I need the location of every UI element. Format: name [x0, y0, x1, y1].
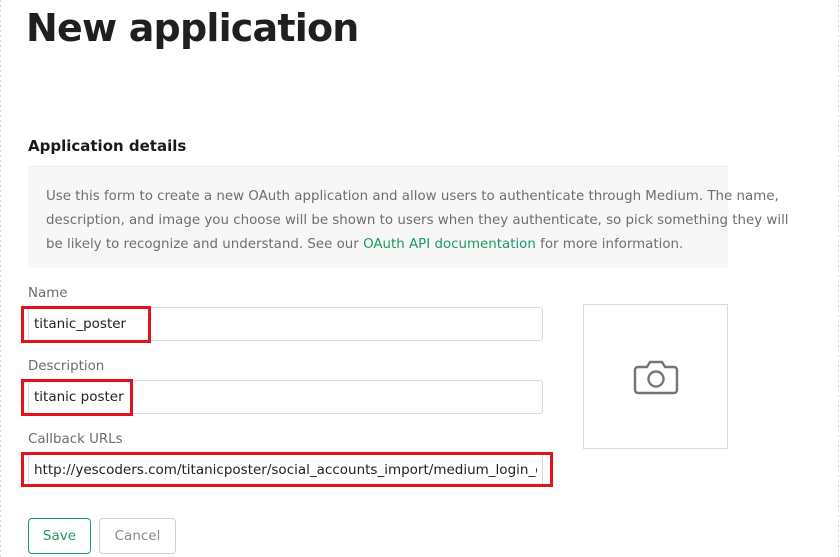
info-text-prefix: be likely to recognize and understand. S… [46, 237, 364, 252]
camera-icon [633, 360, 678, 394]
section-title: Application details [28, 137, 187, 155]
page-border-left [0, 0, 1, 557]
description-input[interactable] [28, 380, 543, 414]
page-border-right [838, 0, 839, 557]
name-input[interactable] [28, 307, 543, 341]
info-text-line: description, and image you choose will b… [46, 213, 789, 228]
cancel-button[interactable]: Cancel [99, 518, 176, 554]
image-upload-box[interactable] [583, 304, 728, 449]
info-text-suffix: for more information. [535, 237, 684, 252]
save-button[interactable]: Save [28, 518, 91, 554]
page-title: New application [26, 6, 359, 50]
info-box: Use this form to create a new OAuth appl… [28, 166, 789, 268]
name-label: Name [28, 286, 68, 301]
info-text-line: Use this form to create a new OAuth appl… [46, 189, 779, 204]
info-text-line: be likely to recognize and understand. S… [46, 233, 710, 257]
description-label: Description [28, 359, 105, 374]
callback-urls-label: Callback URLs [28, 432, 123, 447]
oauth-docs-link[interactable]: OAuth API documentation [363, 237, 536, 252]
callback-urls-input[interactable] [28, 453, 543, 487]
